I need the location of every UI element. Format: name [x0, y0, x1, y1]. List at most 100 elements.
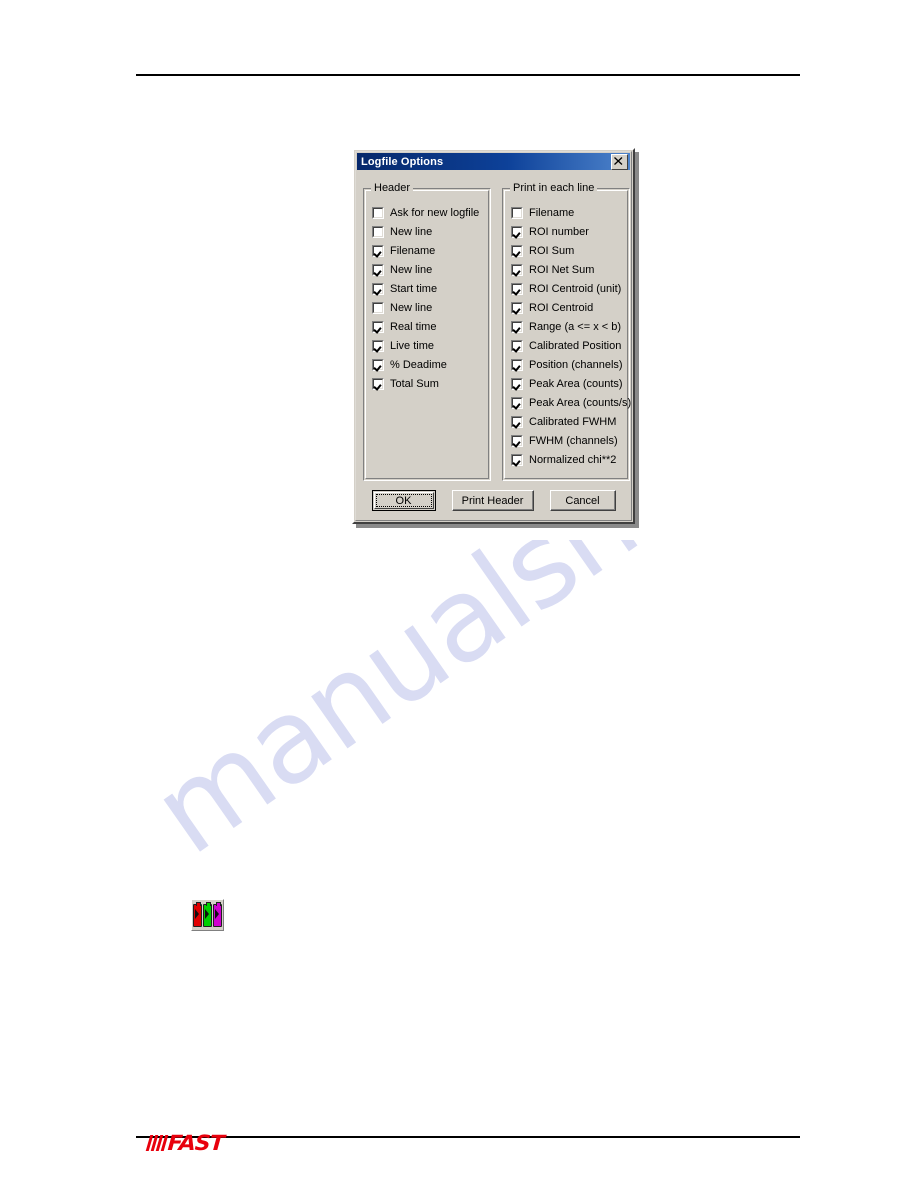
checkbox-box: [511, 396, 523, 409]
checkbox-label: Calibrated FWHM: [529, 415, 617, 428]
checkbox-roi-centroid-unit[interactable]: ROI Centroid (unit): [511, 279, 631, 298]
bottle-red-icon: [193, 901, 202, 927]
checkbox-label: New line: [390, 225, 433, 238]
checkbox-box: [372, 225, 384, 238]
checkbox-box: [511, 263, 523, 276]
close-icon-glyph: [614, 156, 623, 165]
checkbox-box: [511, 377, 523, 390]
checkbox-start-time[interactable]: Start time: [372, 279, 479, 298]
checkbox-label: Live time: [390, 339, 435, 352]
close-icon[interactable]: [611, 153, 628, 170]
checkbox-roi-sum[interactable]: ROI Sum: [511, 241, 631, 260]
ok-button-label: OK: [395, 494, 412, 507]
checkbox-total-sum[interactable]: Total Sum: [372, 374, 479, 393]
checkbox-box: [511, 282, 523, 295]
checkbox-box: [511, 320, 523, 333]
page-watermark: manualshive: [150, 540, 850, 960]
fast-logo-text: FAST: [166, 1130, 225, 1155]
checkbox-ask-for-new-logfile[interactable]: Ask for new logfile: [372, 203, 479, 222]
checkbox-peak-area-counts[interactable]: Peak Area (counts): [511, 374, 631, 393]
bottle-green-icon: [203, 901, 212, 927]
checkbox-box: [372, 244, 384, 257]
checkbox-position-channels[interactable]: Position (channels): [511, 355, 631, 374]
checkbox-label: ROI Sum: [529, 244, 575, 257]
checkbox-label: ROI Centroid: [529, 301, 594, 314]
three-bottles-icon: [191, 899, 224, 931]
print-in-each-line-group: Print in each line Filename ROI number R…: [502, 182, 631, 481]
checkbox-print-filename[interactable]: Filename: [511, 203, 631, 222]
checkbox-label: Real time: [390, 320, 437, 333]
checkbox-new-line-1[interactable]: New line: [372, 222, 479, 241]
checkbox-roi-net-sum[interactable]: ROI Net Sum: [511, 260, 631, 279]
checkbox-label: FWHM (channels): [529, 434, 618, 447]
header-group-title: Header: [371, 182, 414, 194]
checkbox-label: Ask for new logfile: [390, 206, 480, 219]
logfile-options-dialog: Logfile Options Header Ask for new logfi…: [352, 148, 635, 524]
checkbox-box: [372, 320, 384, 333]
checkbox-box: [372, 377, 384, 390]
checkbox-calibrated-fwhm[interactable]: Calibrated FWHM: [511, 412, 631, 431]
checkbox-box: [372, 282, 384, 295]
checkbox-filename[interactable]: Filename: [372, 241, 479, 260]
header-checkbox-list: Ask for new logfile New line Filename Ne…: [372, 203, 479, 393]
print-header-button-label: Print Header: [461, 494, 524, 507]
watermark-text: manualshive: [150, 540, 797, 881]
checkbox-range[interactable]: Range (a <= x < b): [511, 317, 631, 336]
checkbox-roi-number[interactable]: ROI number: [511, 222, 631, 241]
checkbox-box: [372, 263, 384, 276]
checkbox-normalized-chi2[interactable]: Normalized chi**2: [511, 450, 631, 469]
checkbox-label: ROI Net Sum: [529, 263, 595, 276]
checkbox-label: Range (a <= x < b): [529, 320, 622, 333]
checkbox-box: [372, 339, 384, 352]
checkbox-label: % Deadime: [390, 358, 447, 371]
checkbox-new-line-3[interactable]: New line: [372, 298, 479, 317]
checkbox-label: Total Sum: [390, 377, 439, 390]
checkbox-label: Normalized chi**2: [529, 453, 617, 466]
checkbox-box: [372, 206, 384, 219]
checkbox-box: [511, 301, 523, 314]
cancel-button[interactable]: Cancel: [549, 490, 616, 511]
checkbox-box: [511, 244, 523, 257]
bottle-magenta-icon: [213, 901, 222, 927]
print-checkbox-list: Filename ROI number ROI Sum ROI Net Sum …: [511, 203, 631, 469]
checkbox-box: [511, 206, 523, 219]
checkbox-roi-centroid[interactable]: ROI Centroid: [511, 298, 631, 317]
checkbox-box: [372, 358, 384, 371]
checkbox-peak-area-counts-per-s[interactable]: Peak Area (counts/s): [511, 393, 631, 412]
dialog-title: Logfile Options: [361, 155, 444, 168]
checkbox-label: Filename: [529, 206, 575, 219]
fast-logo: FAST: [145, 1130, 225, 1156]
checkbox-percent-deadtime[interactable]: % Deadime: [372, 355, 479, 374]
footer-rule: [136, 1136, 800, 1138]
ok-button[interactable]: OK: [371, 490, 436, 511]
checkbox-label: Peak Area (counts/s): [529, 396, 632, 409]
checkbox-calibrated-position[interactable]: Calibrated Position: [511, 336, 631, 355]
header-group: Header Ask for new logfile New line File…: [363, 182, 491, 481]
checkbox-new-line-2[interactable]: New line: [372, 260, 479, 279]
dialog-titlebar[interactable]: Logfile Options: [357, 153, 630, 170]
dialog-button-row: OK Print Header Cancel: [354, 490, 633, 511]
checkbox-fwhm-channels[interactable]: FWHM (channels): [511, 431, 631, 450]
checkbox-label: ROI Centroid (unit): [529, 282, 622, 295]
checkbox-label: Position (channels): [529, 358, 623, 371]
checkbox-box: [511, 225, 523, 238]
checkbox-label: Peak Area (counts): [529, 377, 623, 390]
checkbox-box: [511, 358, 523, 371]
checkbox-box: [511, 415, 523, 428]
cancel-button-label: Cancel: [565, 494, 600, 507]
checkbox-label: Calibrated Position: [529, 339, 622, 352]
checkbox-box: [372, 301, 384, 314]
print-group-title: Print in each line: [510, 182, 598, 194]
checkbox-label: New line: [390, 301, 433, 314]
checkbox-label: Start time: [390, 282, 438, 295]
checkbox-label: Filename: [390, 244, 436, 257]
print-header-button[interactable]: Print Header: [451, 490, 534, 511]
checkbox-label: New line: [390, 263, 433, 276]
checkbox-live-time[interactable]: Live time: [372, 336, 479, 355]
checkbox-box: [511, 339, 523, 352]
header-rule: [136, 74, 800, 76]
checkbox-label: ROI number: [529, 225, 589, 238]
checkbox-box: [511, 453, 523, 466]
checkbox-box: [511, 434, 523, 447]
checkbox-real-time[interactable]: Real time: [372, 317, 479, 336]
